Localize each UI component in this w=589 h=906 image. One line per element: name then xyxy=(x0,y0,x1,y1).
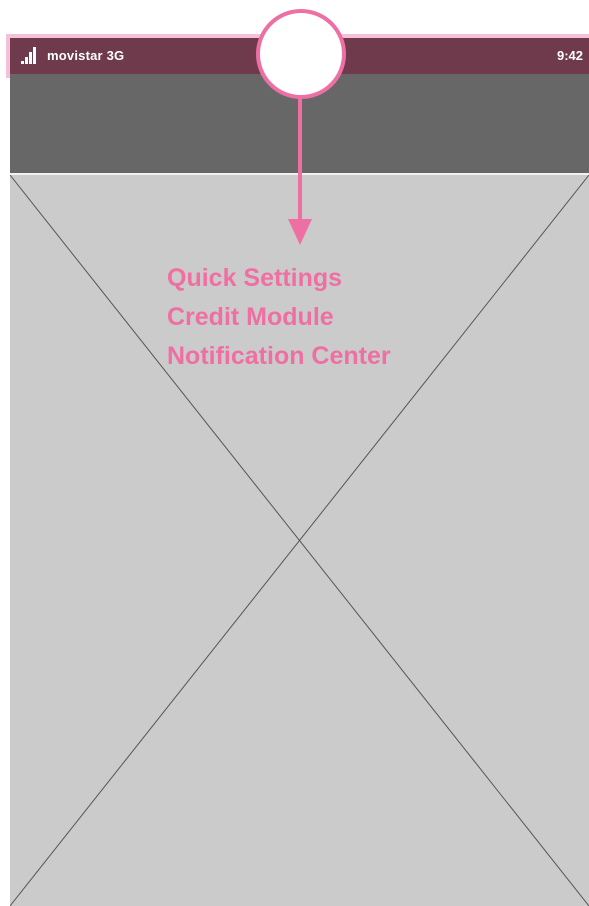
signal-strength-icon xyxy=(21,46,39,64)
pull-down-handle-icon[interactable] xyxy=(256,9,346,99)
annotation-credit-module: Credit Module xyxy=(167,303,334,331)
clock-time: 9:42 xyxy=(556,48,583,63)
carrier-label: movistar 3G xyxy=(47,48,125,63)
pull-down-annotation: Quick Settings Credit Module Notificatio… xyxy=(167,259,391,376)
annotation-notification-center: Notification Center xyxy=(167,342,391,370)
annotation-quick-settings: Quick Settings xyxy=(167,264,343,292)
arrow-down-icon xyxy=(288,95,312,245)
phone-screen-wireframe: movistar 3G 9:42 Quick Settings Credit M… xyxy=(0,0,589,906)
